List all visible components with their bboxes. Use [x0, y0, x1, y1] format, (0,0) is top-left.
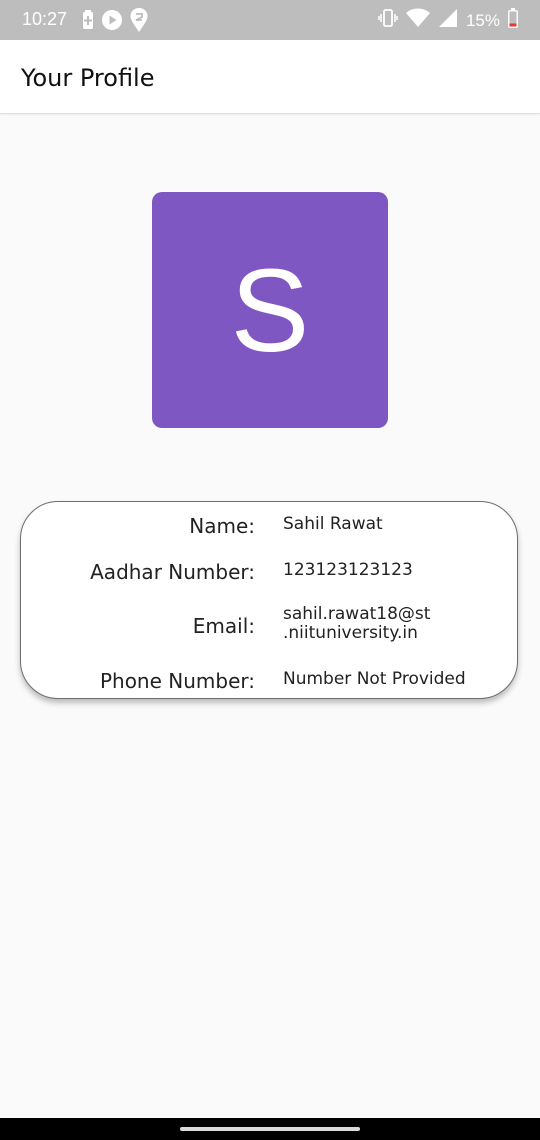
- wifi-icon: [405, 8, 430, 33]
- battery-saver-icon: [82, 10, 94, 35]
- status-right-icons: 15%: [378, 8, 518, 33]
- name-value: Sahil Rawat: [283, 514, 383, 534]
- app-bar: Your Profile: [0, 40, 540, 114]
- email-value-line-2: .niituniversity.in: [283, 623, 418, 643]
- phone-label: Phone Number:: [99, 669, 255, 693]
- vibrate-icon: [378, 8, 398, 33]
- signal-icon: [438, 8, 458, 33]
- aadhar-label: Aadhar Number:: [90, 560, 255, 584]
- email-value: sahil.rawat18@st .niituniversity.in: [283, 605, 430, 643]
- profile-info-card: Name: Sahil Rawat Aadhar Number: 1231231…: [20, 501, 518, 699]
- status-left-icons: [82, 8, 148, 37]
- battery-low-icon: [508, 8, 518, 33]
- play-icon: [102, 10, 122, 35]
- status-time: 10:27: [22, 9, 68, 29]
- status-bar: 10:27 15%: [0, 0, 540, 40]
- page-title: Your Profile: [21, 64, 155, 92]
- battery-percent: 15%: [465, 10, 500, 30]
- email-value-line-1: sahil.rawat18@st: [283, 604, 431, 624]
- phone-value: Number Not Provided: [283, 669, 466, 689]
- aadhar-value: 123123123123: [283, 560, 413, 580]
- avatar: S: [152, 192, 388, 428]
- swiggy-icon: [130, 8, 148, 37]
- home-gesture-handle[interactable]: [180, 1127, 360, 1131]
- avatar-initial: S: [230, 245, 310, 377]
- system-nav-bar: [0, 1118, 540, 1140]
- name-label: Name:: [189, 514, 255, 538]
- email-label: Email:: [192, 614, 255, 638]
